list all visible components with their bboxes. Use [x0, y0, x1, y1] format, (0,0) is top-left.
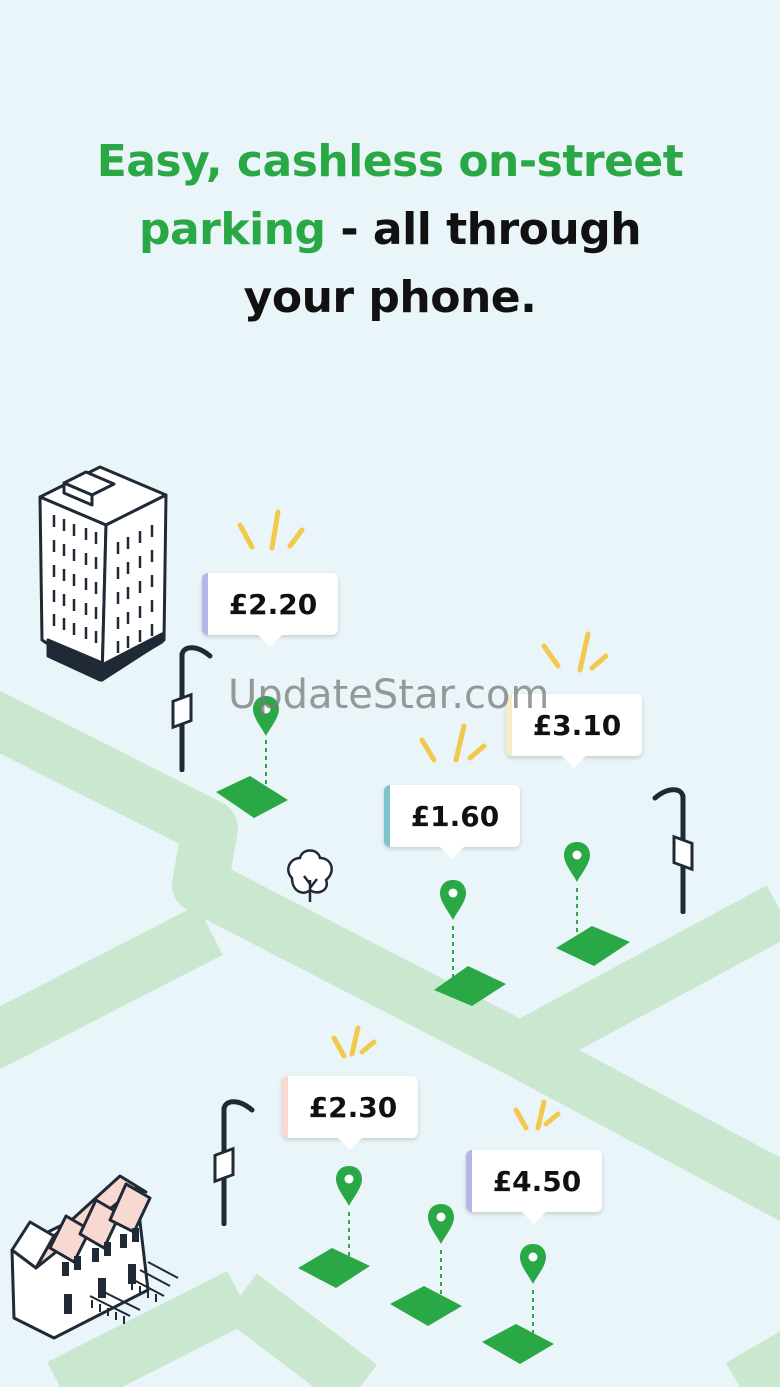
- street-lamp-icon: [215, 1102, 252, 1226]
- price-label: £1.60: [410, 799, 500, 833]
- price-label: £2.20: [228, 587, 318, 621]
- app-store-screenshot: Easy, cashless on-street parking - all t…: [0, 0, 780, 1387]
- price-label: £2.30: [308, 1090, 398, 1124]
- price-label: £4.50: [492, 1164, 582, 1198]
- price-tag-1-60[interactable]: £1.60: [384, 785, 520, 859]
- street-lamp-icon: [173, 648, 210, 772]
- apartment-building-icon: [38, 465, 168, 682]
- headline-line3: your phone.: [243, 272, 537, 323]
- street-lamp-icon: [655, 790, 692, 914]
- tree-icon: [287, 849, 333, 902]
- map-pin-icon: [564, 842, 590, 882]
- headline-line2-rest: - all through: [325, 204, 642, 255]
- headline-line2-green: parking: [138, 204, 326, 255]
- price-tag-2-20[interactable]: £2.20: [202, 573, 338, 647]
- headline: Easy, cashless on-street parking - all t…: [0, 128, 780, 332]
- map-pin-icon: [520, 1244, 546, 1284]
- map-pin-icon: [440, 880, 466, 920]
- headline-line1: Easy, cashless on-street: [96, 136, 684, 187]
- map-pin-icon: [428, 1204, 454, 1244]
- watermark: UpdateStar.com: [228, 672, 550, 718]
- price-tag-2-30[interactable]: £2.30: [282, 1076, 418, 1150]
- map-pin-icon: [336, 1166, 362, 1206]
- price-tag-4-50[interactable]: £4.50: [466, 1150, 602, 1224]
